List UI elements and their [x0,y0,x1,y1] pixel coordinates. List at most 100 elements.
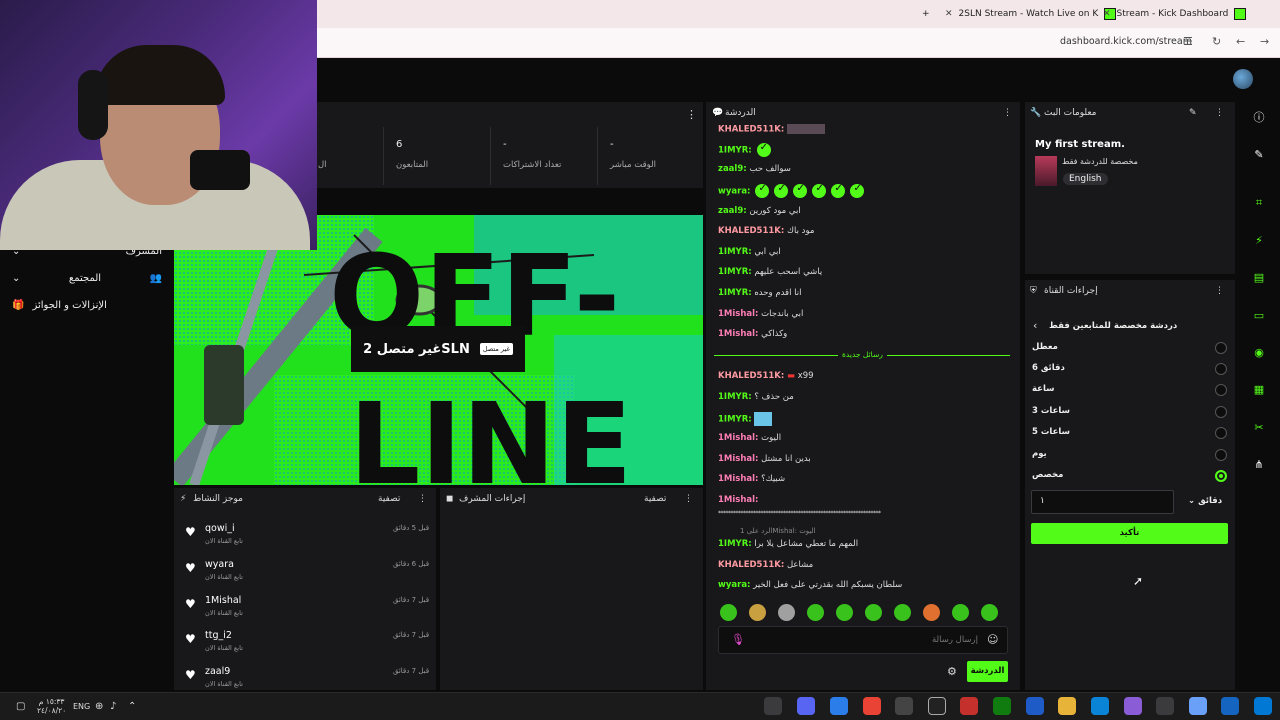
layout-icon[interactable]: ▦ [1250,381,1268,399]
edit-icon[interactable]: ✎ [1189,108,1197,118]
avatar[interactable] [1233,69,1253,89]
broadcast-icon[interactable]: ◉ [1250,344,1268,362]
chat-icon[interactable]: ▭ [1250,307,1268,325]
pen-icon[interactable]: ✎ [1250,146,1268,164]
mod-filter-button[interactable]: تصفية [644,494,666,504]
tune-icon[interactable]: ☰ [1183,35,1193,48]
settings-app-icon[interactable] [1156,697,1174,715]
emote-icon[interactable] [807,604,824,621]
confirm-button[interactable]: تأكيد [1031,523,1228,544]
close-icon[interactable]: ✕ [945,9,953,19]
app-icon[interactable] [1124,697,1142,715]
option-radio-selected[interactable] [1215,470,1227,482]
chrome-app-icon[interactable] [764,697,782,715]
sidebar-item-community[interactable]: ⌄ المجتمع 👥 [12,273,162,284]
chevron-down-icon: ⌄ [12,273,21,284]
offline-status-card: غير متصل 2SLN غير متصل [351,326,525,372]
more-icon[interactable]: ⋮ [1003,108,1012,118]
more-icon[interactable]: ⋮ [1215,108,1224,118]
emoji-icon[interactable]: ☺ [987,633,998,646]
info-icon[interactable]: ⓘ [1250,109,1268,127]
send-chat-button[interactable]: الدردشة [967,661,1008,682]
notification-icon[interactable]: ▢ [16,701,25,712]
chat-icon: 💬 [712,108,724,118]
emote-icon[interactable] [778,604,795,621]
option-radio[interactable] [1215,449,1227,461]
offline-art-text-2: LINE [349,380,632,485]
more-icon[interactable]: ⋮ [686,108,697,121]
url-field[interactable]: dashboard.kick.com/stream [1060,36,1192,47]
app-icon[interactable] [830,697,848,715]
more-icon[interactable]: ⋮ [418,494,427,504]
network-icon[interactable]: ⊕ [95,701,103,712]
bolt-icon[interactable]: ⚡ [1250,232,1268,250]
stat-subs-label: تعداد الاشتراكات [503,160,562,170]
app-icon[interactable] [1026,697,1044,715]
custom-duration-input[interactable]: ١ [1031,490,1174,514]
chrome-app-icon[interactable] [863,697,881,715]
share-icon[interactable]: ⋔ [1250,456,1268,474]
chat-message: 1Mishal: شبيك؟ [718,474,786,484]
more-icon[interactable]: ⋮ [1215,286,1224,296]
volume-icon[interactable]: ♪ [110,701,116,712]
stream-category: مخصصة للدردشة فقط [1062,157,1138,166]
outlook-app-icon[interactable] [1091,697,1109,715]
option-radio[interactable] [1215,406,1227,418]
option-radio[interactable] [1215,363,1227,375]
new-messages-label: رسائل جديدة [838,350,887,359]
calculator-app-icon[interactable] [895,697,913,715]
chevron-up-icon[interactable]: ⌃ [128,701,136,712]
new-tab-button[interactable]: + [922,4,930,24]
image-emote-icon [754,412,773,426]
more-icon[interactable]: ⋮ [684,494,693,504]
chat-message: ****************************************… [718,510,881,517]
app-icon[interactable] [1221,697,1239,715]
sidebar-item-drops[interactable]: 🎁 الإنزالات و الجوائز [12,300,162,311]
close-icon[interactable]: ✕ [1103,9,1111,19]
heart-icon: ♥ [185,632,196,646]
back-icon[interactable]: ‹ [1033,319,1037,332]
discord-app-icon[interactable] [797,697,815,715]
taskbar-clock[interactable]: ١٥:٣٣ م ٢٤/٠٨/٢٠ [37,697,66,715]
app-icon[interactable] [960,697,978,715]
stat-subs-value: - [503,139,507,150]
focus-icon[interactable]: ⌗ [1250,194,1268,212]
category-thumbnail [1035,156,1057,186]
xbox-app-icon[interactable] [993,697,1011,715]
divider [490,127,491,185]
shield-icon: ⛨ [1030,286,1037,296]
mic-icon[interactable]: 🎙 [731,633,745,646]
option-radio[interactable] [1215,384,1227,396]
back-icon[interactable]: ← [1236,35,1245,48]
wrench-icon[interactable]: ✂ [1250,419,1268,437]
reload-icon[interactable]: ↻ [1212,35,1221,48]
emote-icon[interactable] [952,604,969,621]
emote-icon[interactable] [981,604,998,621]
verified-badge-icon [793,183,808,198]
emote-icon[interactable] [865,604,882,621]
windows-start-icon[interactable] [1254,697,1272,715]
emote-icon[interactable] [923,604,940,621]
copilot-app-icon[interactable] [1189,697,1207,715]
emote-icon[interactable] [836,604,853,621]
gear-icon[interactable]: ⚙ [947,665,957,678]
emote-icon[interactable] [894,604,911,621]
document-icon[interactable]: ▤ [1250,269,1268,287]
option-radio[interactable] [1215,342,1227,354]
chat-message: zaal9: ابي مود كورين [718,206,801,216]
heart-icon: ♥ [185,668,196,682]
file-explorer-icon[interactable] [1058,697,1076,715]
forward-icon[interactable]: → [1260,35,1269,48]
chat-title: الدردشة [725,108,756,118]
tab-2sln-stream[interactable]: ✕ 2SLN Stream - Watch Live on K [945,4,1117,24]
unit-select[interactable]: ⌄ دقائق [1188,496,1222,506]
tab-kick-dashboard[interactable]: ✕ Stream - Kick Dashboard [1103,4,1247,24]
option-label: معطل [1032,342,1058,352]
emote-icon[interactable] [749,604,766,621]
divider [597,127,598,185]
activity-filter-button[interactable]: تصفية [378,494,400,504]
option-radio[interactable] [1215,427,1227,439]
obs-app-icon[interactable] [928,697,946,715]
language-indicator[interactable]: ENG [73,702,90,711]
emote-icon[interactable] [720,604,737,621]
